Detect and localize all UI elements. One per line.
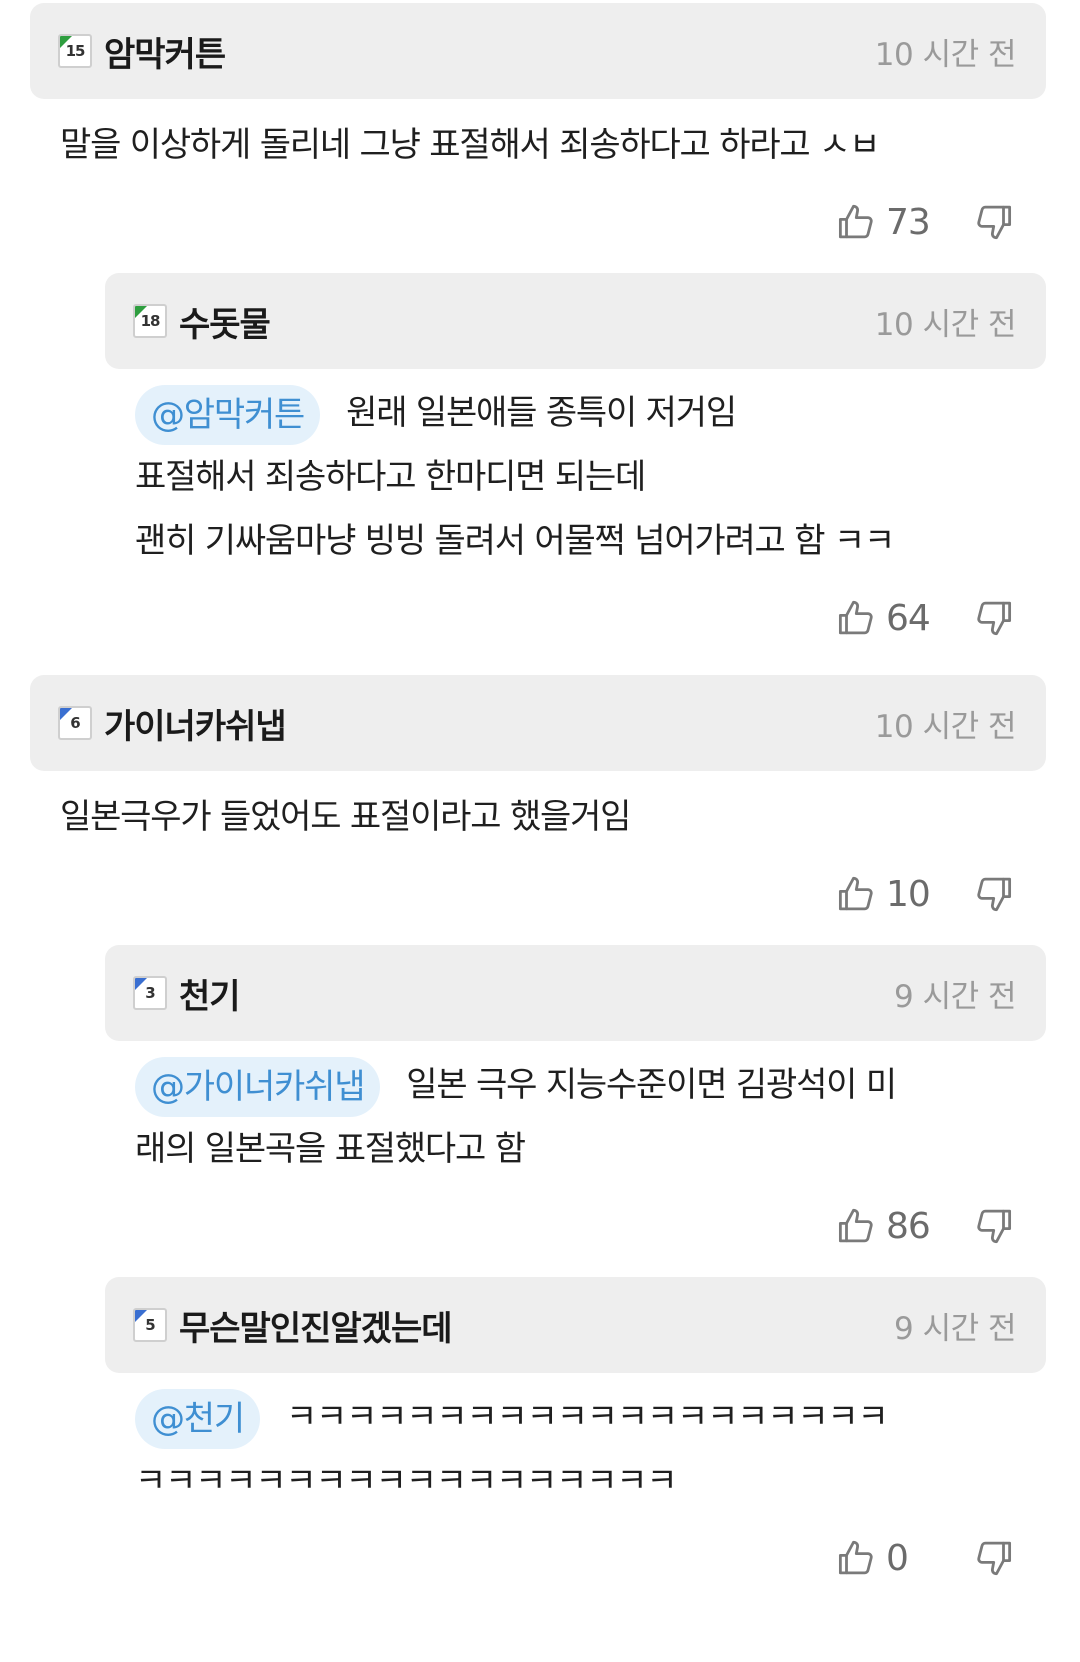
comment-actions: 10 — [30, 849, 1046, 939]
comment-line: 괜히 기싸움마냥 빙빙 돌려서 어물쩍 넘어가려고 함 ㅋㅋ — [135, 521, 895, 561]
thumbs-down-icon — [977, 601, 1012, 636]
comment-line: 말을 이상하게 돌리네 그냥 표절해서 죄송하다고 하라고 ㅅㅂ — [60, 125, 880, 165]
timestamp: 9 시간 전 — [894, 978, 1017, 1015]
timestamp: 10 시간 전 — [874, 306, 1017, 343]
comment-line-text: 원래 일본애들 종특이 저거임 — [346, 393, 737, 433]
mention-tag[interactable]: @암막커튼 — [135, 384, 321, 445]
like-button[interactable]: 64 — [836, 597, 936, 639]
comment-actions: 86 — [105, 1181, 1046, 1271]
like-count: 0 — [886, 1537, 909, 1579]
dislike-button[interactable] — [972, 1537, 1014, 1579]
like-button[interactable]: 10 — [836, 873, 936, 915]
comment-text: 일본극우가 들었어도 표절이라고 했을거임 — [30, 771, 1046, 849]
thumbs-up-icon — [838, 876, 873, 911]
thumbs-up-icon — [838, 1208, 873, 1243]
mention-tag[interactable]: @가이너카쉬냅 — [135, 1056, 381, 1117]
thumbs-up-icon — [838, 1540, 873, 1575]
comment-line: 표절해서 죄송하다고 한마디면 되는데 — [135, 457, 646, 497]
thumbs-up-icon — [838, 600, 873, 635]
comment-text: @가이너카쉬냅 일본 극우 지능수준이면 김광석이 미 래의 일본곡을 표절했다고… — [105, 1041, 1046, 1181]
comment-item: 15 암막커튼 10 시간 전 말을 이상하게 돌리네 그냥 표절해서 죄송하다… — [30, 3, 1046, 267]
level-number: 6 — [70, 714, 80, 732]
comment-line: 래의 일본곡을 표절했다고 함 — [135, 1129, 526, 1169]
dislike-button[interactable] — [972, 1205, 1014, 1247]
reply-item: 3 천기 9 시간 전 @가이너카쉬냅 일본 극우 지능수준이면 김광석이 미 래… — [105, 945, 1046, 1271]
username[interactable]: 암막커튼 — [104, 27, 875, 76]
level-badge-icon: 5 — [133, 1308, 167, 1342]
comment-header: 6 가이너카쉬냅 10 시간 전 — [30, 675, 1046, 771]
username[interactable]: 천기 — [179, 969, 894, 1018]
like-count: 10 — [886, 873, 931, 915]
thumbs-up-icon — [838, 204, 873, 239]
mention-tag[interactable]: @천기 — [135, 1388, 260, 1449]
like-button[interactable]: 0 — [836, 1537, 936, 1579]
comment-item: 6 가이너카쉬냅 10 시간 전 일본극우가 들었어도 표절이라고 했을거임 1… — [30, 675, 1046, 939]
comment-header: 3 천기 9 시간 전 — [105, 945, 1046, 1041]
level-badge-icon: 3 — [133, 976, 167, 1010]
level-number: 15 — [65, 42, 86, 60]
comment-line: @암막커튼 원래 일본애들 종특이 저거임 — [135, 381, 1046, 445]
comment-line: @가이너카쉬냅 일본 극우 지능수준이면 김광석이 미 — [135, 1053, 1046, 1117]
reply-item: 5 무슨말인진알겠는데 9 시간 전 @천기 ㅋㅋㅋㅋㅋㅋㅋㅋㅋㅋㅋㅋㅋㅋㅋㅋㅋㅋ… — [105, 1277, 1046, 1603]
comment-line: @천기 ㅋㅋㅋㅋㅋㅋㅋㅋㅋㅋㅋㅋㅋㅋㅋㅋㅋㅋㅋㅋ — [135, 1385, 1046, 1449]
username[interactable]: 무슨말인진알겠는데 — [179, 1301, 894, 1350]
like-button[interactable]: 86 — [836, 1205, 936, 1247]
level-number: 3 — [145, 984, 155, 1002]
like-count: 86 — [886, 1205, 931, 1247]
comment-text: @천기 ㅋㅋㅋㅋㅋㅋㅋㅋㅋㅋㅋㅋㅋㅋㅋㅋㅋㅋㅋㅋ ㅋㅋㅋㅋㅋㅋㅋㅋㅋㅋㅋㅋㅋㅋㅋㅋ… — [105, 1373, 1046, 1513]
level-badge-icon: 6 — [58, 706, 92, 740]
level-number: 5 — [145, 1316, 155, 1334]
comment-header: 15 암막커튼 10 시간 전 — [30, 3, 1046, 99]
thumbs-down-icon — [977, 877, 1012, 912]
level-badge-icon: 15 — [58, 34, 92, 68]
level-badge-icon: 18 — [133, 304, 167, 338]
comment-actions: 64 — [105, 573, 1046, 663]
comment-text: @암막커튼 원래 일본애들 종특이 저거임 표절해서 죄송하다고 한마디면 되는데… — [105, 369, 1046, 573]
like-button[interactable]: 73 — [836, 201, 936, 243]
thumbs-down-icon — [977, 1541, 1012, 1576]
dislike-button[interactable] — [972, 201, 1014, 243]
comment-line: ㅋㅋㅋㅋㅋㅋㅋㅋㅋㅋㅋㅋㅋㅋㅋㅋㅋㅋ — [135, 1461, 678, 1501]
comment-actions: 73 — [30, 177, 1046, 267]
reply-item: 18 수돗물 10 시간 전 @암막커튼 원래 일본애들 종특이 저거임 표절해서… — [105, 273, 1046, 663]
level-number: 18 — [140, 312, 161, 330]
timestamp: 10 시간 전 — [874, 36, 1017, 73]
dislike-button[interactable] — [972, 597, 1014, 639]
dislike-button[interactable] — [972, 873, 1014, 915]
comment-header: 18 수돗물 10 시간 전 — [105, 273, 1046, 369]
comment-text: 말을 이상하게 돌리네 그냥 표절해서 죄송하다고 하라고 ㅅㅂ — [30, 99, 1046, 177]
comment-line-text: ㅋㅋㅋㅋㅋㅋㅋㅋㅋㅋㅋㅋㅋㅋㅋㅋㅋㅋㅋㅋ — [285, 1397, 889, 1437]
comment-actions: 0 — [105, 1513, 1046, 1603]
thumbs-down-icon — [977, 1209, 1012, 1244]
timestamp: 9 시간 전 — [894, 1310, 1017, 1347]
comment-line-text: 일본 극우 지능수준이면 김광석이 미 — [406, 1065, 897, 1105]
username[interactable]: 가이너카쉬냅 — [104, 699, 875, 748]
timestamp: 10 시간 전 — [874, 708, 1017, 745]
comment-header: 5 무슨말인진알겠는데 9 시간 전 — [105, 1277, 1046, 1373]
username[interactable]: 수돗물 — [179, 297, 875, 346]
thumbs-down-icon — [977, 205, 1012, 240]
like-count: 64 — [886, 597, 931, 639]
like-count: 73 — [886, 201, 931, 243]
comment-line: 일본극우가 들었어도 표절이라고 했을거임 — [60, 797, 631, 837]
